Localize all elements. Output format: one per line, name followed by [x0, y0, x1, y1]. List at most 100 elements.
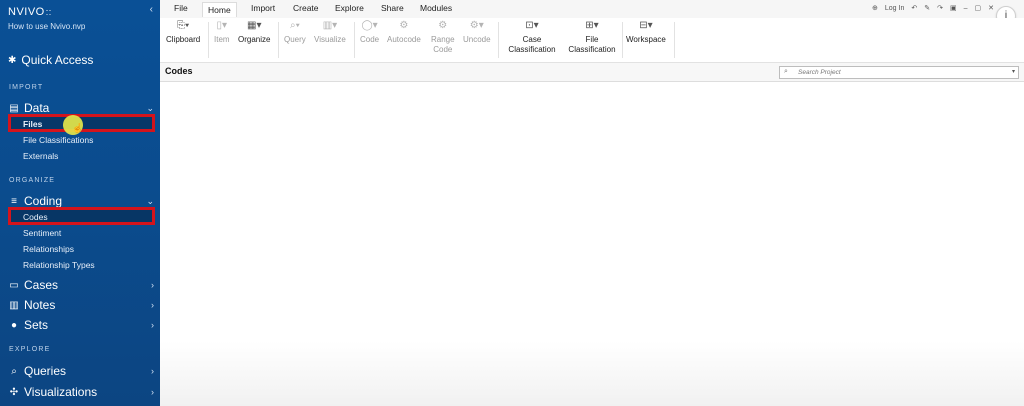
query-button[interactable]: ⌕▾ Query	[284, 21, 306, 45]
settings-icon[interactable]: ▣	[950, 4, 957, 12]
code-label: Code	[360, 35, 380, 44]
sidebar-item-codes[interactable]: Codes	[23, 212, 48, 222]
item-label: Item	[214, 35, 230, 44]
autocode-icon: ⚙	[399, 20, 409, 31]
notes-icon: ▥	[9, 299, 19, 311]
minimize-icon[interactable]: –	[964, 5, 968, 12]
project-name: How to use Nvivo.nvp	[8, 22, 86, 31]
search-icon: ⌕	[11, 365, 17, 377]
uncode-icon: ⚙▾	[469, 20, 484, 31]
chevron-down-icon: ⌄	[146, 102, 154, 113]
quick-access-link[interactable]: ✱ Quick Access	[8, 53, 93, 67]
sidebar-group-cases[interactable]: ▭ Cases ›	[8, 278, 154, 292]
search-input[interactable]: ⌕ Search Project ▾	[779, 66, 1019, 79]
tab-home[interactable]: Home	[202, 2, 237, 17]
range-code-icon: ⚙	[438, 20, 448, 31]
login-link[interactable]: Log In	[885, 5, 904, 12]
coding-icon: ≡	[11, 195, 17, 207]
tab-import[interactable]: Import	[251, 3, 275, 13]
logo-text: NVIVO	[8, 6, 45, 18]
sidebar-item-relationships[interactable]: Relationships	[23, 244, 74, 254]
edit-icon[interactable]: ✎	[924, 4, 930, 12]
chevron-down-icon: ⌄	[146, 195, 154, 206]
query-label: Query	[284, 35, 306, 44]
close-icon[interactable]: ✕	[988, 4, 994, 12]
sidebar-group-visualizations-label: Visualizations	[24, 385, 98, 399]
sidebar-group-queries[interactable]: ⌕ Queries ›	[8, 364, 154, 378]
undo-icon[interactable]: ↶	[911, 4, 917, 12]
sidebar-item-relationship-types[interactable]: Relationship Types	[23, 260, 95, 270]
sidebar-group-data-label: Data	[24, 101, 50, 115]
globe-icon[interactable]: ⊕	[872, 4, 878, 12]
search-placeholder: Search Project	[798, 68, 841, 76]
case-classification-button[interactable]: ⊡▾ Case Classification	[504, 21, 560, 55]
quick-access-label: Quick Access	[21, 53, 94, 67]
chevron-left-icon: ‹	[149, 4, 153, 15]
tab-share[interactable]: Share	[381, 3, 404, 13]
workspace-icon: ⊟▾	[639, 20, 653, 31]
section-label-organize: ORGANIZE	[9, 177, 56, 184]
file-classification-label-line1: File	[585, 35, 599, 44]
organize-label: Organize	[238, 35, 271, 44]
ribbon-divider	[674, 22, 675, 58]
redo-icon[interactable]: ↷	[937, 4, 943, 12]
sidebar-group-queries-label: Queries	[24, 364, 67, 378]
visualization-icon: ✣	[9, 386, 19, 398]
organize-button[interactable]: ▦▾ Organize	[238, 21, 270, 45]
ribbon-divider	[498, 22, 499, 58]
sidebar-group-coding-label: Coding	[24, 194, 63, 208]
file-classification-icon: ⊞▾	[585, 20, 599, 31]
range-code-label-line1: Range	[431, 35, 455, 44]
workspace-button[interactable]: ⊟▾ Workspace	[626, 21, 666, 45]
tab-modules[interactable]: Modules	[420, 3, 452, 13]
item-button[interactable]: ▯▾ Item	[214, 21, 230, 45]
file-classification-button[interactable]: ⊞▾ File Classification	[564, 21, 620, 55]
autocode-label: Autocode	[387, 35, 421, 44]
workspace-label: Workspace	[626, 35, 666, 44]
sidebar-group-visualizations[interactable]: ✣ Visualizations ›	[8, 385, 154, 399]
sidebar-item-sentiment[interactable]: Sentiment	[23, 228, 61, 238]
ribbon-divider	[278, 22, 279, 58]
query-icon: ⌕▾	[289, 20, 300, 31]
item-icon: ▯▾	[216, 20, 228, 31]
section-label-explore: EXPLORE	[9, 346, 51, 353]
search-icon: ⌕	[784, 68, 788, 75]
sidebar-group-notes[interactable]: ▥ Notes ›	[8, 298, 154, 312]
page-title: Codes	[165, 66, 193, 76]
section-label-import: IMPORT	[9, 84, 44, 91]
chevron-right-icon: ›	[151, 387, 154, 397]
case-classification-icon: ⊡▾	[525, 20, 539, 31]
logo-mark: ::	[45, 7, 52, 17]
chevron-right-icon: ›	[151, 366, 154, 376]
file-classification-label-line2: Classification	[568, 45, 616, 54]
chevron-down-icon[interactable]: ▾	[1012, 68, 1015, 75]
autocode-button[interactable]: ⚙ Autocode	[387, 21, 421, 45]
chevron-right-icon: ›	[151, 300, 154, 310]
sidebar-group-cases-label: Cases	[24, 278, 59, 292]
sidebar-group-sets-label: Sets	[24, 318, 49, 332]
sidebar-group-data[interactable]: ▤ Data ⌄	[8, 101, 154, 115]
sidebar-item-files[interactable]: Files	[23, 119, 42, 129]
range-code-button[interactable]: ⚙ Range Code	[431, 21, 455, 55]
tab-file[interactable]: File	[174, 3, 188, 13]
code-button[interactable]: ◯▾ Code	[360, 21, 379, 45]
tab-explore[interactable]: Explore	[335, 3, 364, 13]
chart-icon: ▥▾	[322, 20, 338, 31]
organize-icon: ▦▾	[247, 20, 262, 31]
uncode-label: Uncode	[463, 35, 491, 44]
clipboard-label: Clipboard	[166, 35, 201, 44]
visualize-button[interactable]: ▥▾ Visualize	[314, 21, 346, 45]
uncode-button[interactable]: ⚙▾ Uncode	[463, 21, 491, 45]
sidebar-item-file-classifications[interactable]: File Classifications	[23, 135, 93, 145]
sidebar-item-externals[interactable]: Externals	[23, 151, 58, 161]
restore-icon[interactable]: ▢	[975, 4, 982, 12]
clipboard-button[interactable]: ⎘▾ Clipboard	[166, 21, 200, 45]
clipboard-icon: ⎘▾	[177, 20, 190, 31]
sidebar-group-sets[interactable]: ● Sets ›	[8, 318, 154, 332]
pin-icon: ✱	[8, 54, 17, 66]
tab-create[interactable]: Create	[293, 3, 319, 13]
sidebar-group-coding[interactable]: ≡ Coding ⌄	[8, 194, 154, 208]
code-icon: ◯▾	[361, 20, 378, 31]
case-classification-label-line2: Classification	[508, 45, 556, 54]
collapse-sidebar-button[interactable]: ‹	[150, 4, 153, 15]
